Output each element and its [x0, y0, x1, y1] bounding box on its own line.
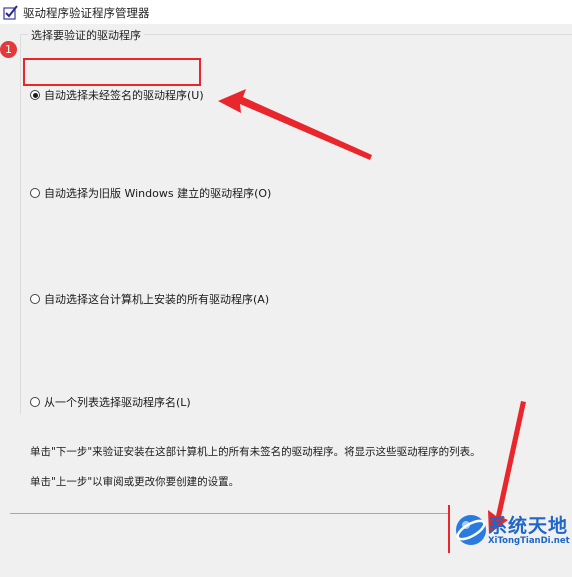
checkbox-check-icon: [3, 5, 18, 20]
watermark-brand-en: XiTongTianDi.net: [488, 536, 570, 546]
radio-label: 自动选择这台计算机上安装的所有驱动程序(A): [44, 293, 270, 306]
highlight-box: [23, 58, 201, 86]
title-bar: 驱动程序验证程序管理器: [0, 0, 572, 24]
description-back: 单击"上一步"以审阅或更改你要创建的设置。: [30, 476, 240, 488]
radio-button[interactable]: [30, 294, 40, 304]
window-title: 驱动程序验证程序管理器: [23, 6, 150, 20]
radio-label: 从一个列表选择驱动程序名(L): [44, 396, 191, 409]
watermark: 系统天地 XiTongTianDi.net: [448, 505, 572, 553]
radio-button[interactable]: [30, 90, 40, 100]
radio-label: 自动选择未经签名的驱动程序(U): [44, 89, 204, 102]
radio-option-from-list[interactable]: 从一个列表选择驱动程序名(L): [30, 394, 191, 410]
footer-divider: [10, 513, 450, 514]
radio-button[interactable]: [30, 188, 40, 198]
radio-option-legacy[interactable]: 自动选择为旧版 Windows 建立的驱动程序(O): [30, 185, 271, 201]
radio-option-unsigned[interactable]: 自动选择未经签名的驱动程序(U): [30, 87, 204, 103]
radio-option-all[interactable]: 自动选择这台计算机上安装的所有驱动程序(A): [30, 291, 269, 307]
globe-logo-icon: [456, 515, 486, 545]
step-badge: 1: [0, 41, 17, 58]
group-label: 选择要验证的驱动程序: [28, 27, 144, 43]
radio-button[interactable]: [30, 397, 40, 407]
watermark-brand-cn: 系统天地: [488, 515, 569, 537]
description-next: 单击"下一步"来验证安装在这部计算机上的所有未签名的驱动程序。将显示这些驱动程序…: [30, 446, 481, 458]
radio-label: 自动选择为旧版 Windows 建立的驱动程序(O): [44, 187, 272, 200]
